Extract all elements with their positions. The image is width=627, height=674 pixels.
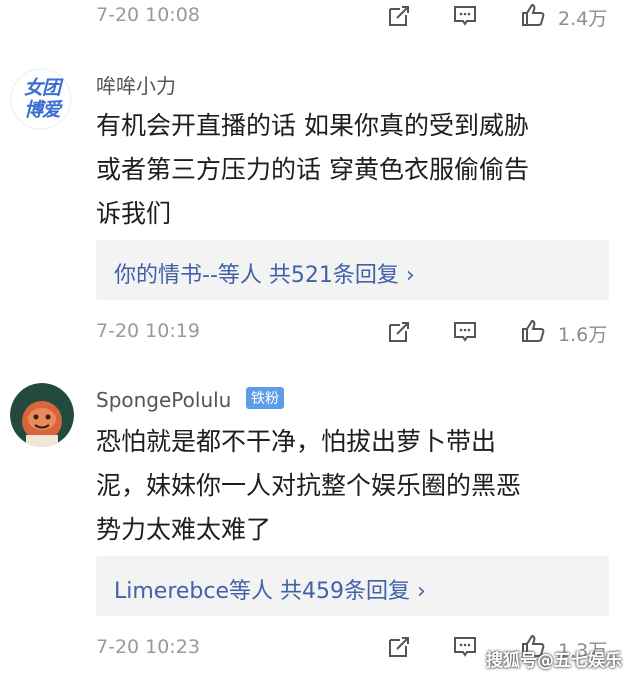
comment-icon[interactable] — [452, 319, 478, 349]
share-icon[interactable] — [386, 634, 412, 664]
comment-body: 恐怕就是都不干净，怕拔出萝卜带出 泥，妹妹你一人对抗整个娱乐圈的黑恶 势力太难太… — [96, 420, 606, 552]
like-count: 2.4万 — [558, 8, 608, 30]
fan-badge: 铁粉 — [246, 387, 284, 409]
username[interactable]: 哞哞小力 — [96, 70, 176, 99]
reply-summary-link[interactable]: 你的情书--等人 共521条回复 › — [114, 257, 415, 289]
comment-line: 诉我们 — [96, 199, 172, 228]
watermark: 搜狐号@五七娱乐 — [486, 651, 622, 671]
like-icon — [522, 3, 545, 26]
share-icon[interactable] — [386, 319, 412, 349]
reply-summary-link[interactable]: Limerebce等人 共459条回复 › — [114, 573, 426, 605]
comment-icon[interactable] — [452, 634, 478, 664]
like-count: 1.6万 — [558, 324, 608, 346]
comment-line: 有机会开直播的话 如果你真的受到威胁 — [96, 111, 529, 140]
reply-summary-box[interactable]: 你的情书--等人 共521条回复 › — [96, 240, 609, 300]
comment-line: 泥，妹妹你一人对抗整个娱乐圈的黑恶 — [96, 471, 522, 500]
like-button[interactable] — [520, 318, 546, 348]
username[interactable]: SpongePolulu — [96, 388, 231, 412]
comment-line: 恐怕就是都不干净，怕拔出萝卜带出 — [96, 427, 497, 456]
comment-timestamp: 7-20 10:19 — [96, 320, 200, 342]
like-icon — [522, 319, 545, 342]
comment-icon[interactable] — [452, 3, 478, 33]
avatar-logo-text: 女团博爱 — [23, 77, 61, 121]
comment-timestamp: 7-20 10:23 — [96, 636, 200, 658]
reply-summary-box[interactable]: Limerebce等人 共459条回复 › — [96, 556, 609, 616]
like-button[interactable] — [520, 2, 546, 32]
avatar[interactable] — [10, 383, 74, 447]
comment-body: 有机会开直播的话 如果你真的受到威胁 或者第三方压力的话 穿黄色衣服偷偷告 诉我… — [96, 104, 606, 236]
comment-line: 或者第三方压力的话 穿黄色衣服偷偷告 — [96, 155, 529, 184]
comment-timestamp: 7-20 10:08 — [96, 4, 200, 26]
comment-line: 势力太难太难了 — [96, 515, 272, 544]
share-icon[interactable] — [386, 3, 412, 33]
avatar[interactable]: 女团博爱 — [10, 68, 72, 130]
